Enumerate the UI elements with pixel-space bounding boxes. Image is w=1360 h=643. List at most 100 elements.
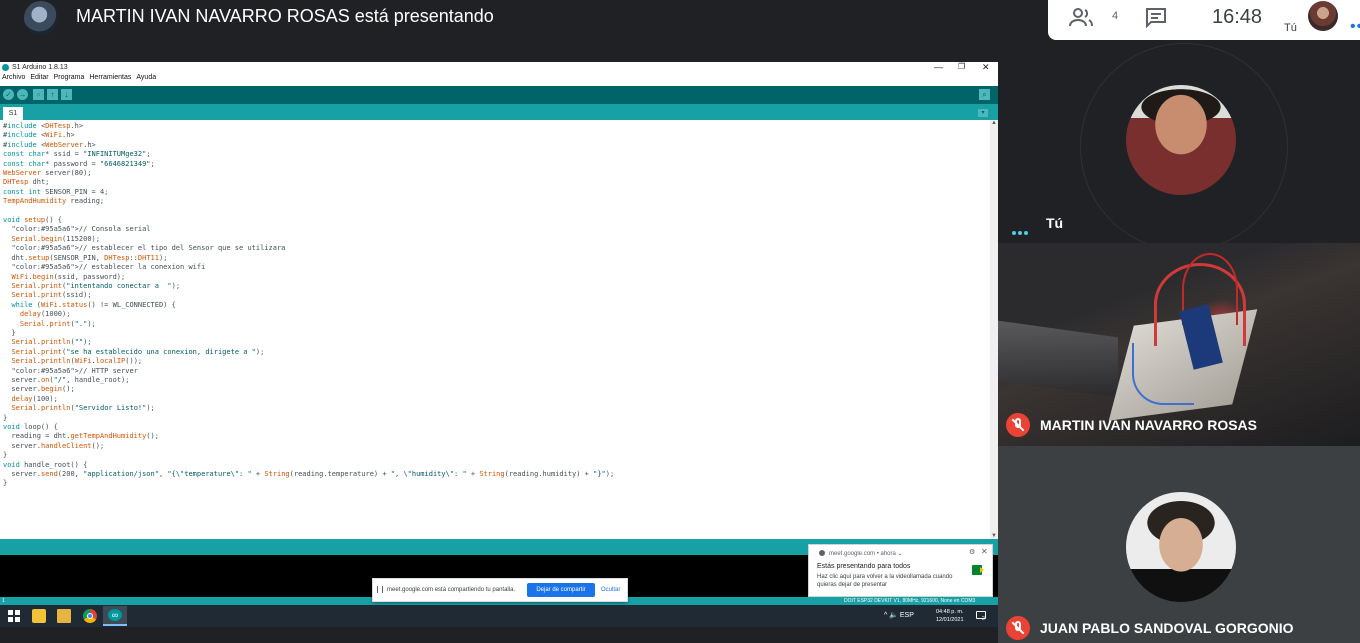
- tab-menu-icon[interactable]: ▾: [978, 109, 988, 117]
- code-line: server.begin();: [3, 385, 75, 394]
- speaking-indicator-icon: [1012, 222, 1030, 240]
- code-line: void setup() {: [3, 216, 63, 225]
- close-icon[interactable]: ✕: [981, 547, 988, 556]
- presenting-notification[interactable]: meet.google.com • ahora ⌄ ⚙ ✕ Estás pres…: [808, 544, 993, 597]
- chat-button[interactable]: [1144, 6, 1172, 34]
- save-icon[interactable]: ↓: [61, 89, 72, 100]
- status-line-number: 1: [2, 598, 5, 604]
- code-line: Serial.print("se ha establecido una cone…: [11, 347, 265, 356]
- taskbar-date: 12/01/2021: [936, 617, 964, 623]
- stop-sharing-button[interactable]: Dejar de compartir: [527, 583, 595, 597]
- hide-button[interactable]: Ocultar: [601, 587, 620, 593]
- drag-handle-icon[interactable]: [377, 586, 383, 593]
- code-line: }: [3, 413, 8, 422]
- code-line: const char* ssid = "INFINITUMge32";: [3, 150, 151, 159]
- avatar: [1126, 85, 1236, 195]
- taskbar-time: 04:48 p. m.: [936, 609, 964, 615]
- maximize-icon[interactable]: ❐: [958, 62, 965, 71]
- code-line: }: [3, 328, 16, 337]
- share-message: meet.google.com está compartiendo tu pan…: [387, 587, 516, 593]
- presenter-title: MARTIN IVAN NAVARRO ROSAS está presentan…: [76, 6, 494, 26]
- windows-taskbar: ^ 🔈 ESP 04:48 p. m. 12/01/2021 2: [0, 605, 998, 627]
- mic-off-icon: [1006, 616, 1030, 640]
- code-line: delay(100);: [11, 394, 58, 403]
- participant-name: Tú: [1046, 215, 1064, 231]
- notification-body: Haz clic aquí para volver a la videollam…: [817, 574, 953, 588]
- self-label: Tú: [1284, 22, 1297, 34]
- new-icon[interactable]: ▫: [33, 89, 44, 100]
- code-line: #include <WebServer.h>: [3, 140, 96, 149]
- avatar: [1126, 492, 1236, 602]
- arduino-tab-bar: S1 ▾: [0, 104, 998, 120]
- code-line: }: [3, 479, 8, 488]
- arduino-taskbar-icon[interactable]: [103, 606, 127, 626]
- code-line: const int SENSOR_PIN = 4;: [3, 187, 109, 196]
- code-line: WebServer server(80);: [3, 169, 92, 178]
- self-avatar[interactable]: [1308, 1, 1338, 31]
- upload-icon[interactable]: →: [17, 89, 28, 100]
- code-line: server.handleClient();: [3, 441, 105, 450]
- code-line: }: [3, 451, 8, 460]
- store-icon[interactable]: [32, 609, 46, 623]
- participant-tile-martin[interactable]: MARTIN IVAN NAVARRO ROSAS: [998, 243, 1360, 446]
- mic-off-icon: [1006, 413, 1030, 437]
- screen-share-bar: meet.google.com está compartiendo tu pan…: [372, 578, 628, 602]
- code-line: WiFi.begin(ssid, password);: [11, 272, 126, 281]
- people-icon: [1069, 8, 1093, 27]
- scroll-up-icon[interactable]: ▲: [991, 120, 997, 126]
- arduino-toolbar: ✓ → ▫ ↑ ↓ ⌕: [0, 86, 998, 104]
- code-line: delay(1000);: [19, 310, 71, 319]
- menu-herramientas[interactable]: Herramientas: [89, 74, 131, 81]
- file-explorer-icon[interactable]: [57, 609, 71, 623]
- participant-tile-juan[interactable]: JUAN PABLO SANDOVAL GORGONIO: [998, 446, 1360, 643]
- code-line: #include <DHTesp.h>: [3, 122, 84, 130]
- chrome-icon[interactable]: [83, 609, 97, 623]
- action-center-count: 2: [982, 616, 985, 622]
- menu-programa[interactable]: Programa: [54, 74, 85, 81]
- shared-screen: S1 Arduino 1.8.13 — ❐ ✕ Archivo Editar Pro…: [0, 62, 998, 605]
- taskbar-clock[interactable]: 04:48 p. m. 12/01/2021: [936, 608, 964, 624]
- code-line: const char* password = "6646821349";: [3, 159, 155, 168]
- chrome-small-icon: [819, 550, 825, 556]
- editor-scrollbar[interactable]: ▲ ▼: [990, 120, 998, 539]
- menu-ayuda[interactable]: Ayuda: [136, 74, 156, 81]
- status-board-info: DOIT ESP32 DEVKIT V1, 80MHz, 921600, Non…: [844, 598, 976, 604]
- code-editor[interactable]: #include <DHTesp.h> #include <WiFi.h> #inc…: [0, 120, 990, 539]
- minimize-icon[interactable]: —: [934, 62, 943, 72]
- code-text: #include <DHTesp.h> #include <WiFi.h> #inc…: [3, 122, 614, 489]
- arduino-title-bar: S1 Arduino 1.8.13 — ❐ ✕: [0, 62, 998, 74]
- code-line: "color:#95a5a6">// establecer la conexio…: [11, 263, 206, 272]
- gear-icon[interactable]: ⚙: [969, 548, 975, 556]
- code-line: "color:#95a5a6">// HTTP server: [11, 366, 138, 375]
- close-icon[interactable]: ✕: [982, 62, 990, 73]
- participant-tile-self[interactable]: Tú: [998, 40, 1360, 243]
- menu-editar[interactable]: Editar: [30, 74, 48, 81]
- system-tray[interactable]: ^ 🔈 ESP: [884, 611, 914, 619]
- code-line: "color:#95a5a6">// establecer el tipo de…: [11, 244, 286, 253]
- serial-monitor-icon[interactable]: ⌕: [979, 89, 990, 100]
- menu-archivo[interactable]: Archivo: [2, 74, 25, 81]
- laptop-shape: [998, 320, 1118, 398]
- windows-start-icon[interactable]: [7, 609, 21, 623]
- tab-s1[interactable]: S1: [3, 107, 23, 120]
- people-count-badge: 4: [1112, 10, 1119, 22]
- code-line: Serial.println("Servidor Listo!");: [11, 404, 155, 413]
- code-line: reading = dht.getTempAndHumidity();: [3, 432, 159, 441]
- participant-video: [998, 243, 1360, 446]
- code-line: #include <WiFi.h>: [3, 131, 75, 140]
- code-line: Serial.println("");: [11, 338, 92, 347]
- more-options-icon[interactable]: •••: [1350, 18, 1360, 36]
- meet-top-controls: 4 16:48 Tú •••: [1048, 0, 1360, 40]
- notification-source: meet.google.com • ahora ⌄: [829, 551, 903, 557]
- participant-name: JUAN PABLO SANDOVAL GORGONIO: [1040, 620, 1294, 636]
- code-line: Serial.print(ssid);: [11, 291, 92, 300]
- people-button[interactable]: 4: [1068, 6, 1118, 34]
- meet-logo-icon: [972, 565, 984, 575]
- open-icon[interactable]: ↑: [47, 89, 58, 100]
- code-line: Serial.print(".");: [19, 319, 96, 328]
- verify-icon[interactable]: ✓: [3, 89, 14, 100]
- code-line: Serial.begin(115200);: [11, 234, 100, 243]
- code-line: TempAndHumidity reading;: [3, 197, 105, 206]
- arduino-window-title: S1 Arduino 1.8.13: [12, 64, 68, 71]
